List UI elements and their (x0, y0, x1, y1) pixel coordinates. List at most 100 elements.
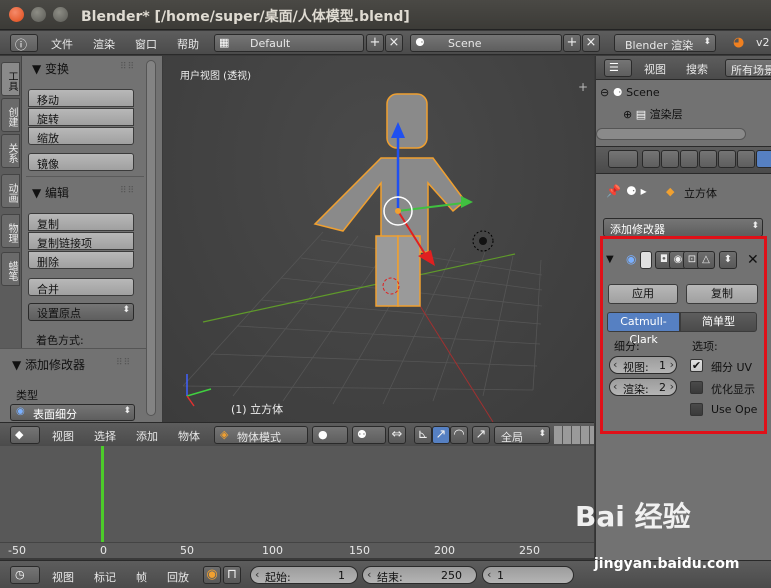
3d-viewport[interactable] (163, 56, 594, 423)
remove-layout-button[interactable]: × (385, 34, 403, 52)
render-levels-field[interactable]: ‹ 渲染: 2 › (609, 378, 677, 396)
render-tab-icon[interactable] (642, 150, 660, 168)
scene-tab-icon[interactable] (680, 150, 698, 168)
menu-object[interactable]: 物体 (178, 428, 200, 444)
editor-type-button[interactable]: ◆ (10, 426, 40, 444)
object-tab-icon[interactable] (718, 150, 736, 168)
modifier-name-field[interactable] (640, 251, 652, 269)
layer-buttons[interactable] (554, 426, 594, 444)
start-frame-field[interactable]: ‹ 起始: 1 (250, 566, 358, 584)
pin-icon[interactable]: 📌 (606, 184, 621, 198)
tab-tools[interactable]: 工具 (1, 62, 20, 96)
render-engine-selector[interactable]: Blender 渲染 ⬍ (614, 34, 716, 52)
x-gizmo-arrowhead[interactable] (461, 196, 473, 208)
render-layers-tab-icon[interactable] (661, 150, 679, 168)
editor-type-button[interactable]: ⓘ (10, 34, 38, 52)
outliner-row-scene[interactable]: ⊖ ⚈ Scene (600, 86, 660, 99)
remove-scene-button[interactable]: × (582, 34, 600, 52)
mode-selector[interactable]: ◈ 物体模式 (214, 426, 308, 444)
window-minimize-button[interactable] (31, 7, 46, 22)
menu-playback[interactable]: 回放 (167, 569, 189, 585)
menu-outliner-view[interactable]: 视图 (644, 61, 666, 77)
scale-gizmo-button[interactable]: ↗ (472, 426, 490, 444)
menu-window[interactable]: 窗口 (135, 36, 157, 52)
menu-view[interactable]: 视图 (52, 428, 74, 444)
transform-gizmo-button[interactable]: ⊾ (414, 426, 432, 444)
drag-handle-icon[interactable]: ⠿⠿ (120, 62, 135, 72)
tool-shelf-scrollbar[interactable] (146, 60, 156, 416)
menu-add[interactable]: 添加 (136, 428, 158, 444)
tab-relations[interactable]: 关系 (1, 134, 20, 168)
constraints-tab-icon[interactable] (737, 150, 755, 168)
copy-button[interactable]: 复制 (686, 284, 758, 304)
simple-option[interactable]: 简单型 (680, 312, 757, 332)
viewport-plus-icon[interactable]: + (578, 80, 588, 94)
orientation-selector[interactable]: 全局 ⬍ (494, 426, 550, 444)
end-frame-field[interactable]: ‹ 结束: 250 (362, 566, 477, 584)
transform-panel-header[interactable]: ▼ 变换 (32, 60, 69, 77)
tab-animation[interactable]: 动画 (1, 174, 20, 208)
layout-selector[interactable]: ▦ Default (214, 34, 364, 52)
menu-search[interactable]: 搜索 (686, 61, 708, 77)
menu-file[interactable]: 文件 (51, 36, 73, 52)
current-frame-indicator[interactable] (101, 446, 104, 542)
lock-icon[interactable]: ⊓ (223, 566, 241, 584)
drag-handle-icon[interactable]: ⠿⠿ (116, 358, 131, 368)
editor-type-button[interactable]: ◷ (10, 566, 40, 584)
lamp-icon[interactable] (472, 230, 494, 252)
translate-button[interactable]: 移动 (28, 89, 134, 107)
outliner-filter-dropdown[interactable]: 所有场景 (725, 59, 771, 77)
outliner-row-render-layers[interactable]: ⊕ ▤ 渲染层 (623, 106, 683, 122)
menu-marker[interactable]: 标记 (94, 569, 116, 585)
add-modifier-dropdown[interactable]: 添加修改器 ⬍ (603, 218, 763, 237)
edit-panel-header[interactable]: ▼ 编辑 (32, 184, 69, 201)
mirror-button[interactable]: 镜像 (28, 153, 134, 171)
pivot-selector[interactable]: ⚉ (352, 426, 386, 444)
manipulator-toggle[interactable]: ⇔ (388, 426, 406, 444)
window-maximize-button[interactable] (53, 7, 68, 22)
duplicate-linked-button[interactable]: 复制链接项 (28, 232, 134, 250)
tab-physics[interactable]: 物理 (1, 214, 20, 248)
rotate-button[interactable]: 旋转 (28, 108, 134, 126)
scale-button[interactable]: 缩放 (28, 127, 134, 145)
subdivide-uv-checkbox[interactable]: ✔ (690, 359, 703, 372)
operator-panel-header[interactable]: ▼ 添加修改器 (12, 356, 85, 373)
add-layout-button[interactable]: + (366, 34, 384, 52)
shading-selector[interactable]: ● (312, 426, 348, 444)
translate-gizmo-button[interactable]: ↗ (432, 426, 450, 444)
scene-selector[interactable]: ⚈ Scene (410, 34, 562, 52)
window-close-button[interactable] (9, 7, 24, 22)
add-scene-button[interactable]: + (563, 34, 581, 52)
apply-button[interactable]: 应用 (608, 284, 678, 304)
menu-render[interactable]: 渲染 (93, 36, 115, 52)
world-tab-icon[interactable] (699, 150, 717, 168)
editor-type-button[interactable]: ☰ (604, 59, 632, 77)
close-icon[interactable]: ✕ (747, 252, 759, 268)
editor-type-button[interactable] (608, 150, 638, 168)
tab-create[interactable]: 创建 (1, 98, 20, 132)
tab-grease-pencil[interactable]: 蜡笔 (1, 252, 20, 286)
optimal-display-checkbox[interactable] (690, 381, 703, 394)
move-modifier-updown[interactable]: ⬍ (719, 251, 737, 269)
delete-button[interactable]: 删除 (28, 251, 134, 269)
view-levels-field[interactable]: ‹ 视图: 1 › (609, 356, 677, 374)
current-frame-field[interactable]: ‹ 1 (482, 566, 574, 584)
collapse-arrow-icon[interactable]: ▼ (606, 254, 614, 265)
duplicate-button[interactable]: 复制 (28, 213, 134, 231)
join-button[interactable]: 合并 (28, 278, 134, 296)
rotate-gizmo-button[interactable]: ◠ (450, 426, 468, 444)
drag-handle-icon[interactable]: ⠿⠿ (120, 186, 135, 196)
menu-frame[interactable]: 帧 (136, 569, 147, 585)
set-origin-dropdown[interactable]: 设置原点 ⬍ (28, 303, 134, 321)
outliner-scrollbar[interactable] (596, 128, 746, 140)
menu-select[interactable]: 选择 (94, 428, 116, 444)
timeline-area[interactable] (0, 446, 594, 542)
modifier-type-dropdown[interactable]: ◉ 表面细分 ⬍ (10, 404, 135, 421)
menu-timeline-view[interactable]: 视图 (52, 569, 74, 585)
cage-toggle[interactable]: △ (697, 251, 715, 269)
use-opensubdiv-checkbox[interactable] (690, 403, 703, 416)
menu-help[interactable]: 帮助 (177, 36, 199, 52)
record-keyframe-button[interactable]: ◉ (203, 566, 221, 584)
catmull-clark-option[interactable]: Catmull-Clark (607, 312, 680, 346)
modifiers-tab-icon[interactable] (756, 150, 771, 168)
